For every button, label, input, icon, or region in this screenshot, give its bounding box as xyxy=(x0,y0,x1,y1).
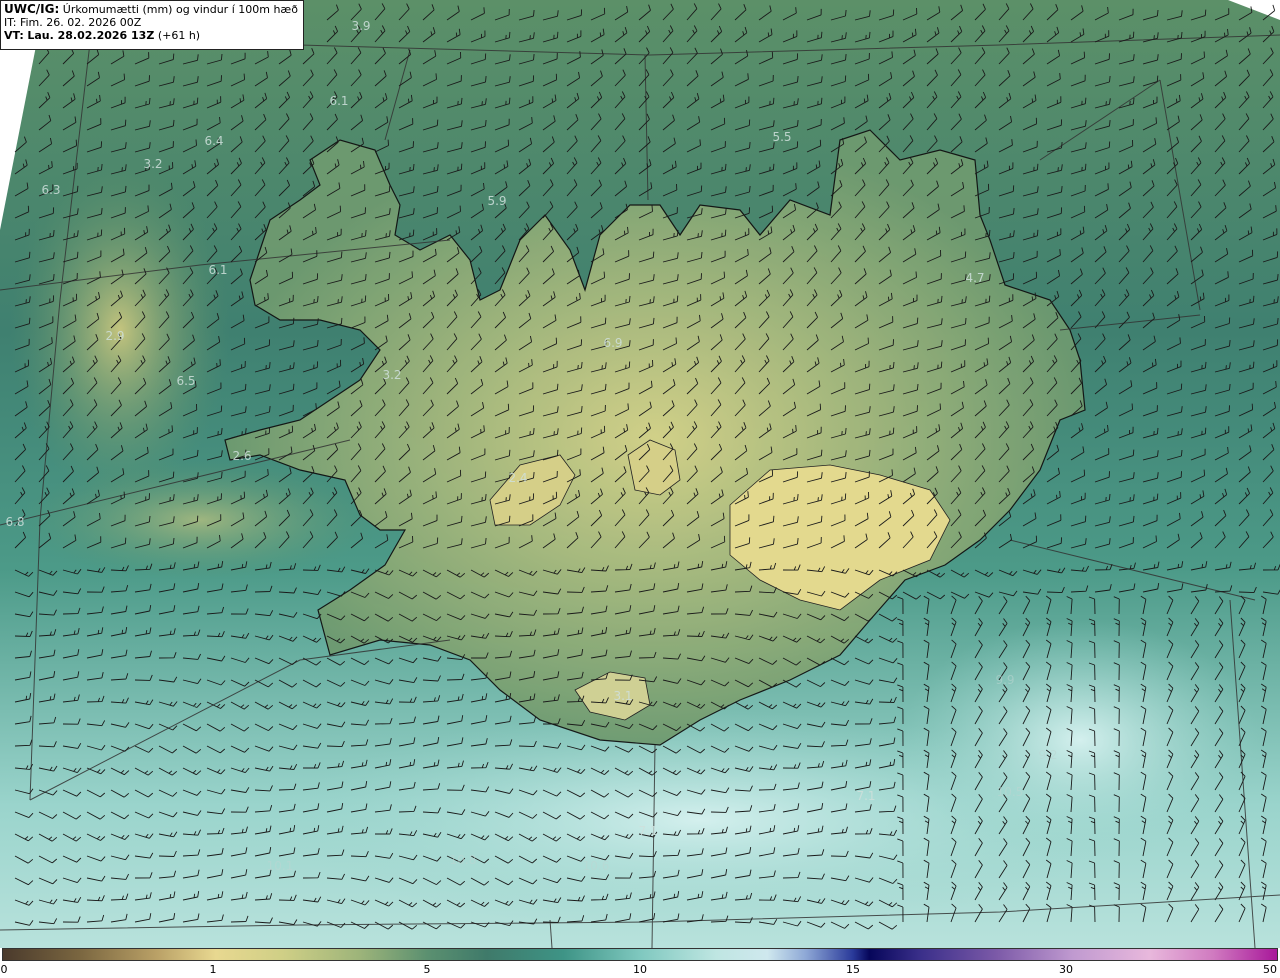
value-label: 2.9 xyxy=(105,329,125,343)
value-label: 2.4 xyxy=(508,471,528,485)
colorbar-tick: 15 xyxy=(846,963,860,976)
value-label: 3.2 xyxy=(143,157,163,171)
header-line-1: UWC/IG: Úrkomumætti (mm) og vindur í 100… xyxy=(4,2,300,17)
value-label: 6.1 xyxy=(329,94,349,108)
value-label: 3.1 xyxy=(613,689,633,703)
value-label: 10.1 xyxy=(266,859,294,873)
value-label: 5.9 xyxy=(487,194,507,208)
colorbar-strip xyxy=(2,948,1278,961)
value-label: 6.8 xyxy=(5,515,25,529)
value-label: 7.1 xyxy=(856,789,876,803)
value-label: 6.3 xyxy=(41,183,61,197)
value-label: 10.6 xyxy=(582,859,610,873)
value-label: 3.2 xyxy=(382,368,402,382)
valid-time: Lau. 28.02.2026 13Z xyxy=(27,29,155,42)
colorbar-tick: 10 xyxy=(633,963,647,976)
header-line-3: VT: Lau. 28.02.2026 13Z (+61 h) xyxy=(4,29,300,42)
value-label: 6.9 xyxy=(603,336,623,350)
colorbar: 0 1 5 10 15 30 50 xyxy=(0,948,1280,978)
map-area: UWC/IG: Úrkomumætti (mm) og vindur í 100… xyxy=(0,0,1280,948)
colorbar-tick: 1 xyxy=(209,963,217,976)
value-label: 6.1 xyxy=(208,263,228,277)
valid-prefix: VT: xyxy=(4,29,24,42)
header-box: UWC/IG: Úrkomumætti (mm) og vindur í 100… xyxy=(0,0,304,50)
value-label: 9.2 xyxy=(1038,748,1058,762)
value-label: 4.7 xyxy=(965,271,985,285)
value-label: 2.6 xyxy=(232,449,252,463)
model-name: UWC/IG: xyxy=(4,2,60,16)
colorbar-tick: 30 xyxy=(1059,963,1073,976)
colorbar-tick: 50 xyxy=(1263,963,1277,976)
value-label: 7.1 xyxy=(638,824,658,838)
colorbar-tick: 0 xyxy=(0,963,8,976)
value-label: 6.5 xyxy=(176,374,196,388)
lead-time: (+61 h) xyxy=(157,29,201,42)
issue-time: IT: Fim. 26. 02. 2026 00Z xyxy=(4,16,142,29)
value-label: 9.9 xyxy=(995,673,1015,687)
colorbar-tick: 5 xyxy=(423,963,431,976)
value-label: 5.5 xyxy=(772,130,792,144)
value-label: 6.4 xyxy=(204,134,224,148)
chart-title: Úrkomumætti (mm) og vindur í 100m hæð xyxy=(62,3,298,16)
value-label: 3.9 xyxy=(351,19,371,33)
map-canvas xyxy=(0,0,1280,948)
value-label: 10.5 xyxy=(996,785,1024,799)
value-label: 10.8 xyxy=(449,853,477,867)
